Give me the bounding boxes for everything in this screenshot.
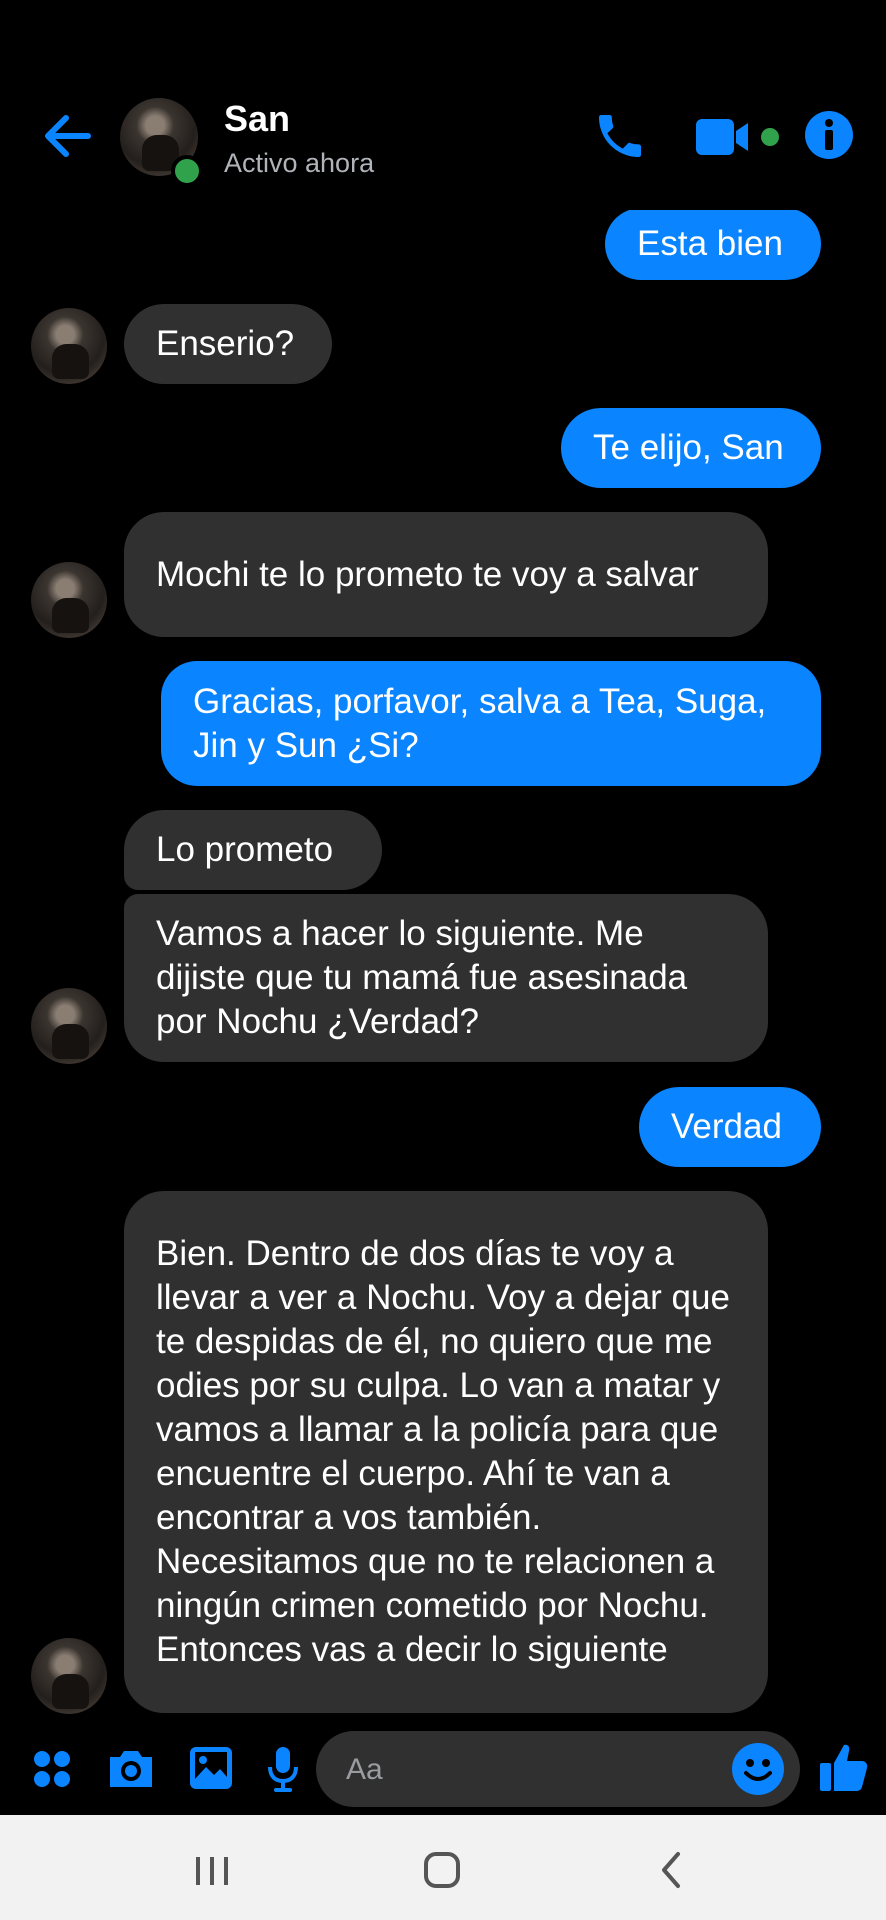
message-input[interactable]: [344, 1745, 728, 1795]
message-composer: [0, 1725, 886, 1815]
online-status-dot: [171, 155, 203, 187]
message-bubble-incoming[interactable]: Lo prometo: [124, 810, 382, 890]
sender-avatar[interactable]: [31, 562, 107, 638]
recent-apps-icon[interactable]: [182, 1845, 242, 1895]
sender-avatar[interactable]: [31, 308, 107, 384]
message-bubble-outgoing[interactable]: Gracias, porfavor, salva a Tea, Suga, Ji…: [161, 661, 821, 786]
video-call-icon[interactable]: [694, 114, 786, 160]
back-icon[interactable]: [642, 1845, 702, 1895]
camera-icon[interactable]: [106, 1747, 156, 1789]
system-nav-bar: [0, 1815, 886, 1920]
message-bubble-outgoing[interactable]: Te elijo, San: [561, 408, 821, 488]
gallery-icon[interactable]: [188, 1745, 234, 1791]
sender-avatar[interactable]: [31, 988, 107, 1064]
message-list[interactable]: Esta bien Enserio? Te elijo, San Mochi t…: [0, 0, 886, 1725]
back-arrow-icon[interactable]: [38, 108, 98, 164]
message-input-box[interactable]: [316, 1731, 800, 1807]
contact-name[interactable]: San: [224, 98, 290, 140]
message-bubble-incoming[interactable]: Mochi te lo prometo te voy a salvar: [124, 512, 768, 637]
microphone-icon[interactable]: [266, 1745, 300, 1793]
contact-status: Activo ahora: [224, 148, 375, 178]
apps-icon[interactable]: [32, 1749, 72, 1789]
home-icon[interactable]: [412, 1845, 472, 1895]
message-bubble-incoming[interactable]: Enserio?: [124, 304, 332, 384]
emoji-icon[interactable]: [730, 1741, 786, 1797]
chat-header: San Activo ahora: [0, 0, 886, 210]
message-bubble-incoming[interactable]: Bien. Dentro de dos días te voy a llevar…: [124, 1191, 768, 1713]
message-bubble-outgoing[interactable]: Esta bien: [605, 208, 821, 280]
info-icon[interactable]: [804, 110, 854, 160]
phone-icon[interactable]: [592, 108, 648, 164]
sender-avatar[interactable]: [31, 1638, 107, 1714]
message-bubble-incoming[interactable]: Vamos a hacer lo siguiente. Me dijiste q…: [124, 894, 768, 1062]
message-bubble-outgoing[interactable]: Verdad: [639, 1087, 821, 1167]
thumbs-up-icon[interactable]: [818, 1741, 870, 1793]
